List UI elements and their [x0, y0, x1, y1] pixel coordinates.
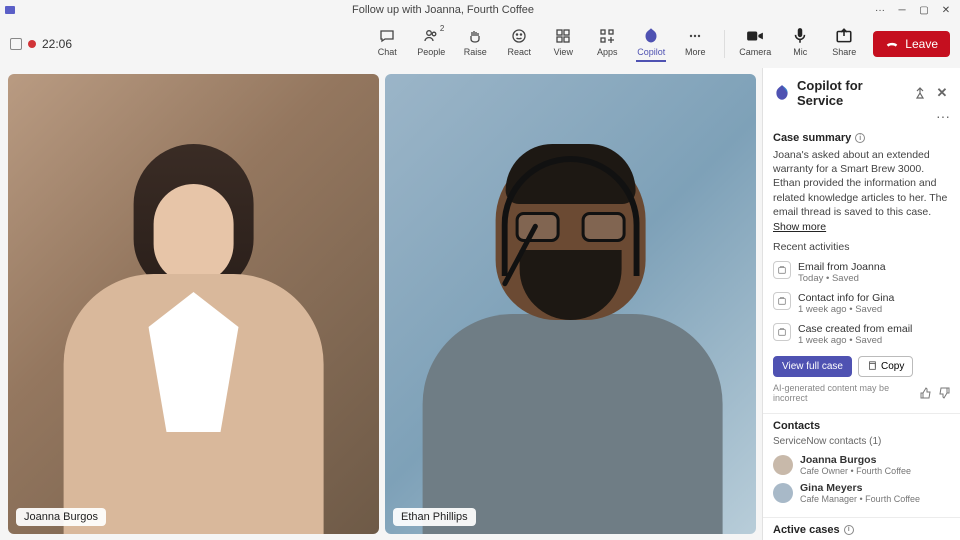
- camera-icon: [746, 27, 764, 45]
- close-panel-icon[interactable]: ✕: [934, 85, 950, 101]
- mic-icon: [791, 27, 809, 45]
- avatar: [773, 455, 793, 475]
- case-icon: [773, 292, 791, 310]
- apps-icon: [598, 27, 616, 45]
- toolbar-separator: [724, 30, 725, 58]
- contact-row[interactable]: Gina MeyersCafe Manager • Fourth Coffee: [773, 479, 950, 507]
- activity-row[interactable]: Contact info for Gina1 week ago • Saved: [773, 288, 950, 319]
- case-summary-section: Case summaryi Joana's asked about an ext…: [763, 126, 960, 414]
- copy-icon: [867, 361, 877, 371]
- contacts-section: Contacts ServiceNow contacts (1) Joanna …: [763, 414, 960, 518]
- copilot-panel: Copilot for Service ✕ ··· Case summaryi …: [762, 68, 960, 540]
- name-tag: Joanna Burgos: [16, 508, 106, 526]
- pin-icon[interactable]: [912, 85, 928, 101]
- hangup-icon: [885, 37, 899, 51]
- people-icon: 2: [422, 27, 440, 45]
- hand-icon: [466, 27, 484, 45]
- active-cases-section: Active casesi Issue with Smart Brew 300J…: [763, 518, 960, 540]
- meeting-timer: 22:06: [42, 37, 72, 51]
- name-tag: Ethan Phillips: [393, 508, 476, 526]
- info-icon[interactable]: i: [855, 133, 865, 143]
- emoji-icon: [510, 27, 528, 45]
- participant-tile-joanna[interactable]: Joanna Burgos: [8, 74, 379, 534]
- copy-button[interactable]: Copy: [858, 356, 913, 377]
- meeting-toolbar: 22:06 Chat 2 People Raise React View App…: [0, 20, 960, 68]
- video-stage: Joanna Burgos Ethan Phillips: [0, 68, 762, 540]
- minimize-button[interactable]: ─: [892, 2, 912, 18]
- avatar: [773, 483, 793, 503]
- title-bar: Follow up with Joanna, Fourth Coffee ···…: [0, 0, 960, 20]
- window-title: Follow up with Joanna, Fourth Coffee: [16, 4, 870, 16]
- view-full-case-button[interactable]: View full case: [773, 356, 852, 377]
- more-icon[interactable]: ···: [870, 2, 890, 18]
- thumbs-up-icon[interactable]: [920, 387, 932, 399]
- case-icon: [773, 261, 791, 279]
- more-button[interactable]: More: [680, 27, 710, 57]
- react-button[interactable]: React: [504, 27, 534, 57]
- ellipsis-icon: [686, 27, 704, 45]
- panel-more-icon[interactable]: ···: [763, 112, 960, 126]
- copilot-logo-icon: [773, 84, 791, 102]
- app-icon: [4, 4, 16, 16]
- copilot-icon: [642, 27, 660, 45]
- case-icon: [773, 323, 791, 341]
- people-button[interactable]: 2 People: [416, 27, 446, 57]
- activity-row[interactable]: Email from JoannaToday • Saved: [773, 257, 950, 288]
- recording-indicator: 22:06: [10, 37, 72, 51]
- ai-disclaimer: AI-generated content may be incorrect: [773, 383, 920, 403]
- mic-button[interactable]: Mic: [785, 27, 815, 57]
- recent-activities-label: Recent activities: [773, 241, 950, 253]
- content-area: Joanna Burgos Ethan Phillips Copilot fo: [0, 68, 960, 540]
- contacts-source: ServiceNow contacts (1): [773, 436, 950, 447]
- record-icon: [28, 40, 36, 48]
- summary-text: Joana's asked about an extended warranty…: [773, 148, 950, 219]
- panel-title: Copilot for Service: [797, 78, 906, 108]
- view-button[interactable]: View: [548, 27, 578, 57]
- participant-tile-ethan[interactable]: Ethan Phillips: [385, 74, 756, 534]
- shield-icon: [10, 38, 22, 50]
- info-icon[interactable]: i: [844, 525, 854, 535]
- maximize-button[interactable]: ▢: [914, 2, 934, 18]
- chat-icon: [378, 27, 396, 45]
- raise-hand-button[interactable]: Raise: [460, 27, 490, 57]
- copilot-button[interactable]: Copilot: [636, 27, 666, 62]
- thumbs-down-icon[interactable]: [938, 387, 950, 399]
- contact-row[interactable]: Joanna BurgosCafe Owner • Fourth Coffee: [773, 451, 950, 479]
- share-button[interactable]: Share: [829, 27, 859, 57]
- apps-button[interactable]: Apps: [592, 27, 622, 57]
- leave-button[interactable]: Leave: [873, 31, 950, 57]
- camera-button[interactable]: Camera: [739, 27, 771, 57]
- show-more-link[interactable]: Show more: [773, 221, 826, 233]
- chat-button[interactable]: Chat: [372, 27, 402, 57]
- share-icon: [835, 27, 853, 45]
- activity-row[interactable]: Case created from email1 week ago • Save…: [773, 319, 950, 350]
- grid-icon: [554, 27, 572, 45]
- close-button[interactable]: ✕: [936, 2, 956, 18]
